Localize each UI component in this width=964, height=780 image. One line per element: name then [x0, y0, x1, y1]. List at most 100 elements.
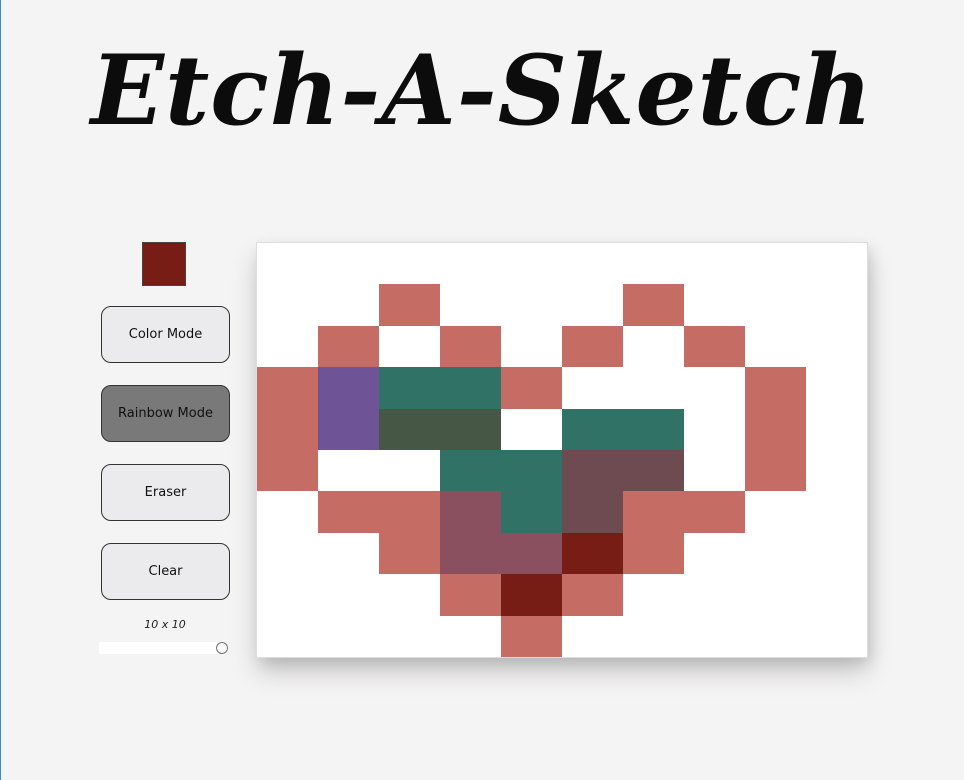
grid-cell[interactable]: [623, 284, 684, 326]
grid-cell[interactable]: [257, 615, 318, 657]
grid-cell[interactable]: [562, 574, 623, 616]
grid-cell[interactable]: [379, 243, 440, 285]
grid-cell[interactable]: [318, 367, 379, 409]
grid-cell[interactable]: [623, 450, 684, 492]
grid-cell[interactable]: [501, 574, 562, 616]
grid-cell[interactable]: [379, 284, 440, 326]
grid-cell[interactable]: [440, 450, 501, 492]
grid-cell[interactable]: [562, 325, 623, 368]
grid-cell[interactable]: [806, 408, 867, 450]
grid-cell[interactable]: [440, 367, 501, 409]
grid-cell[interactable]: [257, 408, 318, 450]
color-mode-button[interactable]: Color Mode: [101, 306, 230, 363]
grid-cell[interactable]: [806, 325, 867, 368]
grid-size-slider-thumb[interactable]: [216, 642, 228, 654]
grid-cell[interactable]: [562, 450, 623, 492]
grid-cell[interactable]: [806, 243, 867, 285]
grid-cell[interactable]: [623, 367, 684, 409]
grid-cell[interactable]: [623, 408, 684, 450]
grid-cell[interactable]: [257, 574, 318, 616]
grid-cell[interactable]: [318, 450, 379, 492]
rainbow-mode-button[interactable]: Rainbow Mode: [101, 385, 230, 442]
grid-cell[interactable]: [745, 284, 806, 326]
grid-cell[interactable]: [562, 243, 623, 285]
grid-cell[interactable]: [257, 491, 318, 533]
grid-size-slider[interactable]: [99, 642, 217, 654]
grid-cell[interactable]: [501, 284, 562, 326]
grid-cell[interactable]: [745, 243, 806, 285]
grid-cell[interactable]: [501, 367, 562, 409]
grid-cell[interactable]: [318, 491, 379, 533]
grid-cell[interactable]: [623, 491, 684, 533]
grid-cell[interactable]: [623, 574, 684, 616]
grid-cell[interactable]: [806, 491, 867, 533]
grid-cell[interactable]: [684, 243, 745, 285]
grid-cell[interactable]: [745, 450, 806, 492]
grid-cell[interactable]: [745, 491, 806, 533]
grid-cell[interactable]: [257, 367, 318, 409]
grid-cell[interactable]: [318, 574, 379, 616]
grid-cell[interactable]: [684, 574, 745, 616]
color-picker[interactable]: [142, 242, 186, 286]
grid-cell[interactable]: [684, 532, 745, 575]
grid-cell[interactable]: [379, 325, 440, 368]
grid-cell[interactable]: [501, 615, 562, 657]
grid-cell[interactable]: [501, 325, 562, 368]
grid-cell[interactable]: [806, 615, 867, 657]
grid-cell[interactable]: [745, 615, 806, 657]
grid-cell[interactable]: [440, 284, 501, 326]
grid-cell[interactable]: [379, 615, 440, 657]
grid-cell[interactable]: [440, 532, 501, 575]
grid-cell[interactable]: [318, 243, 379, 285]
grid-cell[interactable]: [806, 284, 867, 326]
grid-cell[interactable]: [623, 325, 684, 368]
grid-cell[interactable]: [562, 491, 623, 533]
grid-cell[interactable]: [501, 532, 562, 575]
grid-cell[interactable]: [440, 325, 501, 368]
grid-cell[interactable]: [623, 532, 684, 575]
grid-cell[interactable]: [379, 450, 440, 492]
grid-cell[interactable]: [623, 243, 684, 285]
grid-cell[interactable]: [257, 532, 318, 575]
grid-cell[interactable]: [806, 450, 867, 492]
grid-cell[interactable]: [806, 532, 867, 575]
grid-cell[interactable]: [379, 408, 440, 450]
grid-cell[interactable]: [684, 325, 745, 368]
clear-button[interactable]: Clear: [101, 543, 230, 600]
eraser-button[interactable]: Eraser: [101, 464, 230, 521]
grid-cell[interactable]: [440, 615, 501, 657]
grid-cell[interactable]: [318, 615, 379, 657]
grid-cell[interactable]: [379, 532, 440, 575]
grid-cell[interactable]: [562, 408, 623, 450]
grid-cell[interactable]: [501, 243, 562, 285]
grid-cell[interactable]: [745, 367, 806, 409]
grid-cell[interactable]: [745, 325, 806, 368]
grid-cell[interactable]: [379, 574, 440, 616]
grid-cell[interactable]: [684, 284, 745, 326]
grid-cell[interactable]: [684, 367, 745, 409]
grid-cell[interactable]: [501, 408, 562, 450]
grid-cell[interactable]: [379, 491, 440, 533]
grid-cell[interactable]: [501, 450, 562, 492]
grid-cell[interactable]: [806, 367, 867, 409]
grid-cell[interactable]: [623, 615, 684, 657]
grid-cell[interactable]: [257, 450, 318, 492]
grid-cell[interactable]: [562, 367, 623, 409]
grid-cell[interactable]: [684, 450, 745, 492]
grid-cell[interactable]: [745, 532, 806, 575]
grid-cell[interactable]: [318, 532, 379, 575]
grid-cell[interactable]: [440, 243, 501, 285]
grid-cell[interactable]: [440, 491, 501, 533]
grid-cell[interactable]: [684, 615, 745, 657]
sketch-grid[interactable]: [256, 242, 868, 658]
grid-cell[interactable]: [501, 491, 562, 533]
grid-cell[interactable]: [562, 284, 623, 326]
grid-cell[interactable]: [562, 615, 623, 657]
grid-cell[interactable]: [562, 532, 623, 575]
grid-cell[interactable]: [806, 574, 867, 616]
grid-cell[interactable]: [257, 325, 318, 368]
grid-cell[interactable]: [318, 284, 379, 326]
grid-cell[interactable]: [257, 243, 318, 285]
grid-cell[interactable]: [684, 491, 745, 533]
grid-cell[interactable]: [318, 408, 379, 450]
